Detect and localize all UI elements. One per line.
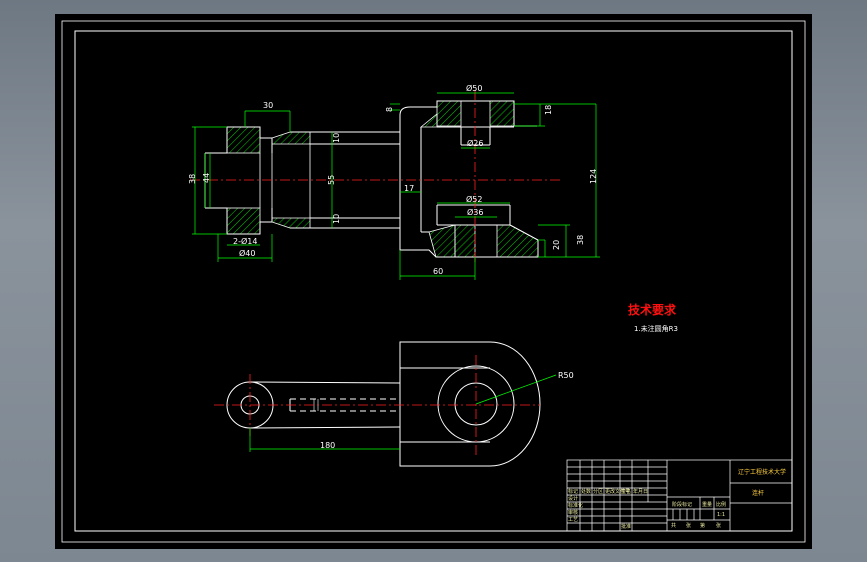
tb-sheet-total-b: 张	[686, 522, 691, 529]
drawing-sheet	[55, 14, 812, 549]
tb-label-count: 处数	[581, 488, 591, 495]
dim-10-bottom: 10	[332, 214, 341, 224]
title-block-drawing-name: 连杆	[752, 489, 764, 497]
tech-requirements-line1: 1.未注圆角R3	[634, 324, 678, 333]
dim-38-right: 38	[576, 235, 585, 245]
tb-label-zone: 分区	[593, 488, 603, 495]
tb-label-mark: 标记	[568, 488, 578, 495]
dim-r50: R50	[558, 371, 574, 380]
dim-18: 18	[544, 105, 553, 115]
tb-label-date: 年月日	[633, 488, 648, 495]
tb-label-weight: 重量	[702, 501, 712, 508]
tb-label-approve: 批准	[621, 523, 631, 530]
dim-180: 180	[320, 441, 335, 450]
tb-label-sign: 签名	[621, 488, 631, 495]
dim-phi50-top: Ø50	[466, 83, 482, 93]
dim-38-left: 38	[188, 174, 197, 184]
tb-sheet-no-a: 第	[700, 522, 705, 529]
tb-label-standard: 标准化	[568, 502, 583, 509]
dim-phi26: Ø26	[467, 138, 483, 148]
tb-label-stage: 阶段标记	[672, 501, 692, 508]
dim-phi52: Ø52	[466, 194, 482, 204]
dim-8: 8	[385, 107, 394, 112]
dim-10-top: 10	[332, 133, 341, 143]
dim-17: 17	[404, 184, 414, 193]
tb-sheet-total-a: 共	[671, 522, 676, 529]
dim-30-top: 30	[263, 101, 273, 110]
tb-sheet-no-b: 张	[716, 522, 721, 529]
dim-60: 60	[433, 267, 443, 276]
tb-label-scale: 比例	[716, 501, 726, 508]
dim-2-phi14: 2-Ø14	[233, 236, 257, 246]
tb-scale-value: 1:1	[717, 512, 725, 518]
dim-124: 124	[589, 169, 598, 184]
title-block-school: 辽宁工程技术大学	[738, 468, 786, 476]
tb-label-review: 审核	[568, 509, 578, 516]
cad-viewport[interactable]: 30 8 Ø50 18 Ø26 38 44 10 55 10 17 124 Ø5…	[0, 0, 867, 562]
tb-label-process: 工艺	[568, 517, 578, 523]
drawing-canvas[interactable]: 30 8 Ø50 18 Ø26 38 44 10 55 10 17 124 Ø5…	[0, 0, 867, 562]
tech-requirements-title: 技术要求	[628, 302, 677, 317]
tb-label-design: 设计	[568, 495, 578, 502]
dim-55: 55	[327, 175, 336, 185]
dim-20: 20	[552, 240, 561, 250]
dim-phi40: Ø40	[239, 248, 255, 258]
dim-44: 44	[202, 173, 211, 183]
dim-phi36: Ø36	[467, 207, 483, 217]
